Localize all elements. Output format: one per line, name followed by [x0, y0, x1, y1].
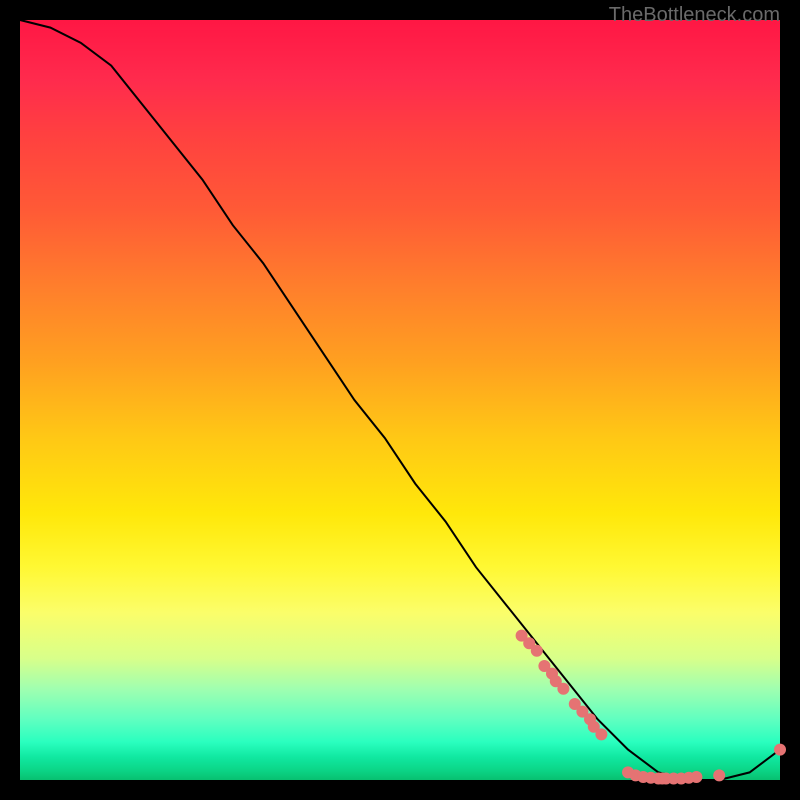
data-marker	[557, 683, 569, 695]
data-marker	[774, 744, 786, 756]
data-marker	[713, 769, 725, 781]
watermark-text: TheBottleneck.com	[609, 4, 780, 27]
data-marker	[690, 771, 702, 783]
data-marker	[595, 728, 607, 740]
chart-plot-area	[20, 20, 780, 780]
curve-layer	[20, 20, 780, 780]
markers-layer	[516, 630, 786, 785]
data-marker	[531, 645, 543, 657]
bottleneck-curve	[20, 20, 780, 780]
chart-svg-overlay	[20, 20, 780, 780]
